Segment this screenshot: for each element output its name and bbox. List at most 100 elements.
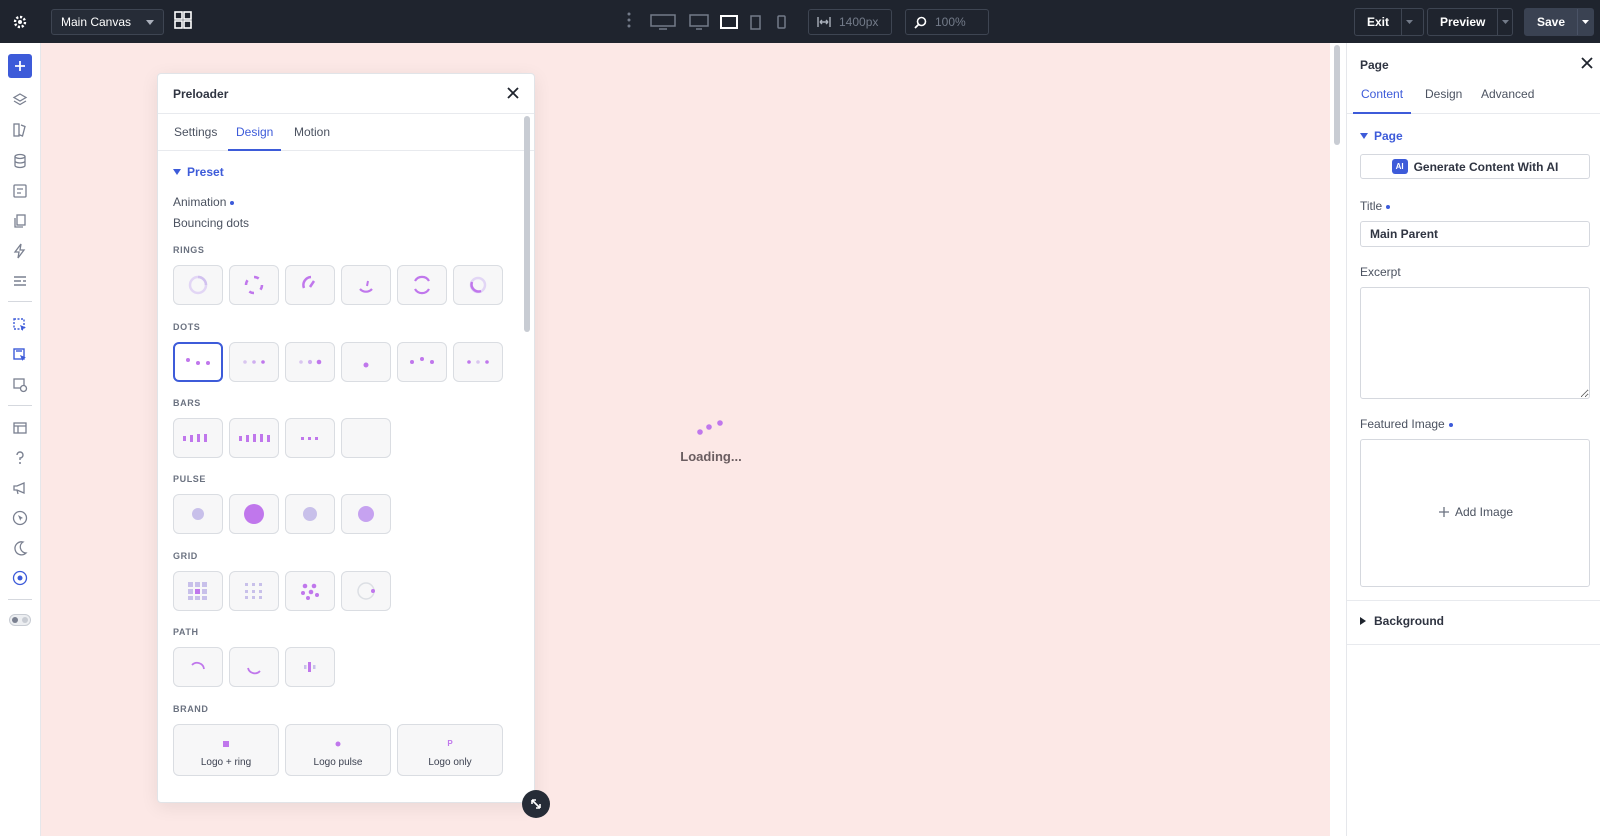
zoom-field[interactable]: 100%: [905, 9, 989, 35]
preset-ring-6[interactable]: [453, 265, 503, 305]
canvas-width-field[interactable]: 1400px: [808, 9, 892, 35]
page-section-label: Page: [1374, 129, 1403, 143]
scale-dots-icon: [299, 359, 322, 365]
add-element-button[interactable]: [8, 54, 32, 78]
page-section-toggle[interactable]: Page: [1360, 129, 1403, 143]
tab-advanced[interactable]: Advanced: [1481, 79, 1534, 114]
cursor-icon: [12, 510, 28, 526]
preview-menu-toggle[interactable]: [1497, 9, 1512, 35]
preset-dots-pulse[interactable]: [453, 342, 503, 382]
preset-pulse-4[interactable]: [341, 494, 391, 534]
preset-dots-scale[interactable]: [285, 342, 335, 382]
preset-grid-3[interactable]: [285, 571, 335, 611]
device-desktop-button[interactable]: [688, 12, 710, 32]
device-tablet-portrait-button[interactable]: [748, 12, 762, 32]
settings-button[interactable]: [0, 0, 40, 43]
layers-button[interactable]: [8, 88, 32, 112]
preset-pulse-3[interactable]: [285, 494, 335, 534]
save-menu-toggle[interactable]: [1577, 9, 1593, 35]
preset-ring-3[interactable]: [285, 265, 335, 305]
device-tablet-landscape-button[interactable]: [719, 12, 739, 32]
canvas-select[interactable]: Main Canvas: [51, 9, 164, 35]
multi-select-tool-button[interactable]: [8, 343, 32, 367]
tab-design[interactable]: Design: [1425, 79, 1462, 114]
preset-logo-ring[interactable]: Logo + ring: [173, 724, 279, 776]
canvas-scrollbar[interactable]: [1330, 43, 1346, 836]
save-button[interactable]: Save: [1524, 8, 1594, 36]
grid-view-button[interactable]: [174, 11, 194, 31]
templates-button[interactable]: [8, 269, 32, 293]
bars-dots-icon: [301, 437, 318, 440]
modal-scrollbar-thumb[interactable]: [524, 116, 530, 332]
windows-button[interactable]: [8, 416, 32, 440]
preset-path-2[interactable]: [229, 647, 279, 687]
preset-pulse-1[interactable]: [173, 494, 223, 534]
announcements-button[interactable]: [8, 476, 32, 500]
cursor-button[interactable]: [8, 506, 32, 530]
preset-section-toggle[interactable]: Preset: [173, 165, 224, 179]
select-tool-button[interactable]: [8, 313, 32, 337]
featured-image-dropzone[interactable]: Add Image: [1360, 439, 1590, 587]
preset-logo-pulse[interactable]: Logo pulse: [285, 724, 391, 776]
help-icon: [16, 451, 24, 464]
pulse-medium-icon: [303, 507, 317, 521]
panel-tabs: Content Design Advanced: [1347, 79, 1600, 114]
preset-path-3[interactable]: [285, 647, 335, 687]
pointer-select-icon: [13, 318, 26, 331]
preset-grid-2[interactable]: [229, 571, 279, 611]
preset-grid-1[interactable]: [173, 571, 223, 611]
exit-menu-toggle[interactable]: [1401, 9, 1417, 35]
dark-mode-button[interactable]: [8, 536, 32, 560]
caret-right-icon: [1360, 617, 1366, 625]
mode-toggle[interactable]: [8, 608, 32, 632]
help-button[interactable]: [8, 446, 32, 470]
preset-ring-4[interactable]: [341, 265, 391, 305]
excerpt-textarea[interactable]: [1360, 287, 1590, 399]
preset-bars-4[interactable]: [341, 418, 391, 458]
page-settings-button[interactable]: [8, 373, 32, 397]
generate-content-ai-button[interactable]: AI Generate Content With AI: [1360, 154, 1590, 179]
forms-button[interactable]: [8, 179, 32, 203]
tab-settings[interactable]: Settings: [174, 114, 217, 151]
preset-bars-3[interactable]: [285, 418, 335, 458]
bar-path-icon: [304, 662, 316, 672]
interactions-button[interactable]: [8, 239, 32, 263]
exit-button[interactable]: Exit: [1354, 8, 1424, 36]
panel-close-button[interactable]: [1581, 57, 1593, 69]
modal-title: Preloader: [173, 87, 229, 101]
modal-scrollbar[interactable]: [524, 116, 532, 802]
preset-logo-only[interactable]: P Logo only: [397, 724, 503, 776]
device-phone-button[interactable]: [774, 12, 788, 32]
title-input[interactable]: [1360, 221, 1590, 247]
tab-motion[interactable]: Motion: [294, 114, 330, 151]
modal-close-button[interactable]: [506, 86, 520, 100]
canvas-scrollbar-thumb[interactable]: [1334, 45, 1340, 145]
preset-dots-wave[interactable]: [397, 342, 447, 382]
preset-bars-1[interactable]: [173, 418, 223, 458]
tab-content[interactable]: Content: [1353, 79, 1412, 114]
modal-resize-handle[interactable]: [522, 790, 550, 818]
library-button[interactable]: [8, 118, 32, 142]
preset-dots-fade[interactable]: [229, 342, 279, 382]
preset-bars-2[interactable]: [229, 418, 279, 458]
device-widescreen-button[interactable]: [649, 12, 677, 32]
preset-ring-5[interactable]: [397, 265, 447, 305]
preset-dots-bouncing[interactable]: [173, 342, 223, 382]
caret-down-icon: [1360, 133, 1368, 139]
modified-indicator: [1386, 204, 1391, 209]
focus-button[interactable]: [8, 566, 32, 590]
preview-button[interactable]: Preview: [1427, 8, 1513, 36]
preset-ring-2[interactable]: [229, 265, 279, 305]
database-button[interactable]: [8, 149, 32, 173]
group-pulse-label: PULSE: [173, 474, 207, 484]
more-devices-button[interactable]: [627, 12, 635, 32]
pages-button[interactable]: [8, 209, 32, 233]
add-image-button[interactable]: Add Image: [1439, 505, 1513, 519]
preset-path-1[interactable]: [173, 647, 223, 687]
preset-dots-single[interactable]: [341, 342, 391, 382]
background-section-toggle[interactable]: Background: [1360, 614, 1444, 628]
preset-ring-1[interactable]: [173, 265, 223, 305]
preset-grid-4[interactable]: [341, 571, 391, 611]
preset-pulse-2[interactable]: [229, 494, 279, 534]
tab-design[interactable]: Design: [228, 114, 282, 151]
